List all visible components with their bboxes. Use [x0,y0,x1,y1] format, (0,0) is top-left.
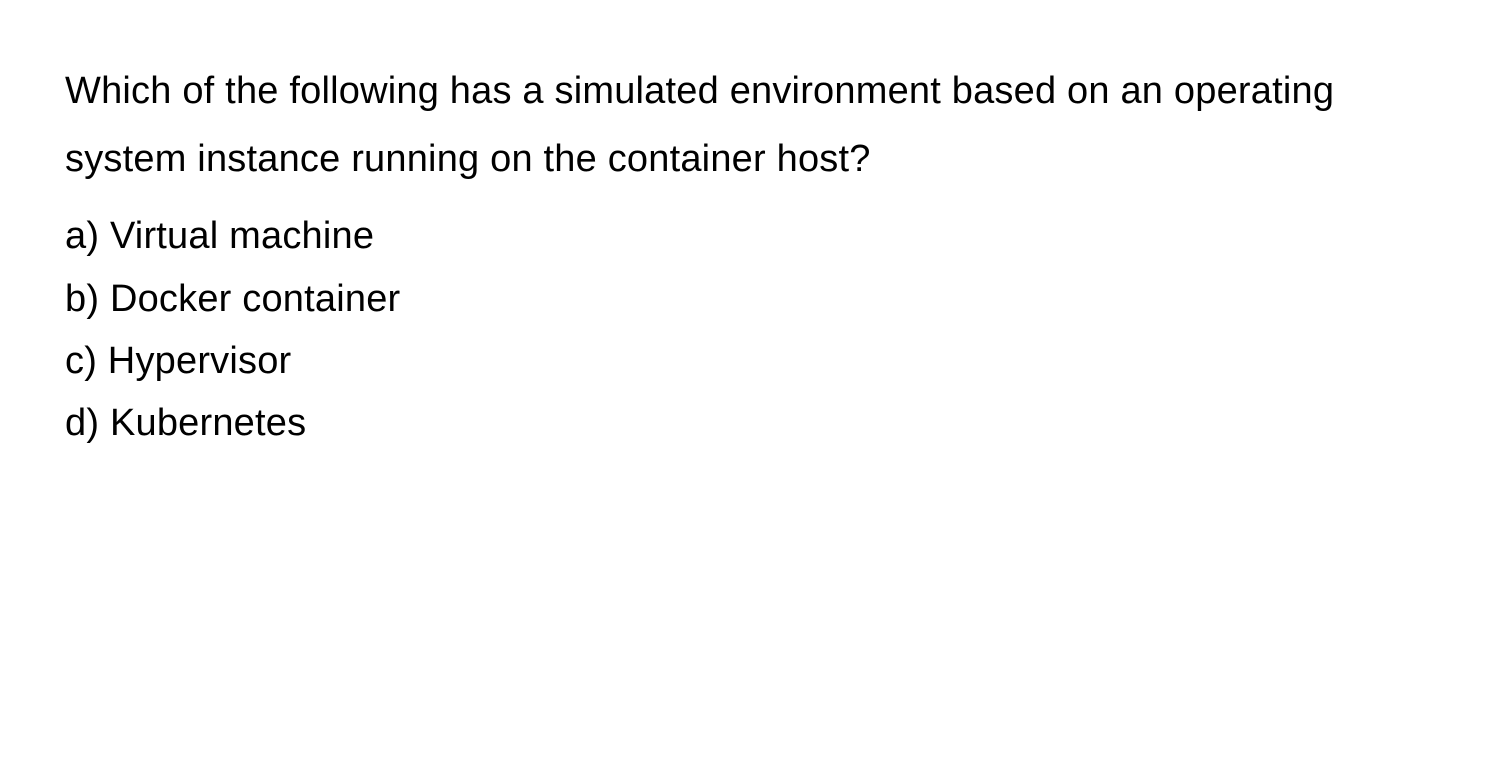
options-list: a) Virtual machine b) Docker container c… [65,205,1435,454]
option-d: d) Kubernetes [65,392,1435,454]
option-c: c) Hypervisor [65,330,1435,392]
question-text: Which of the following has a simulated e… [65,58,1435,193]
option-b: b) Docker container [65,268,1435,330]
option-a: a) Virtual machine [65,205,1435,267]
